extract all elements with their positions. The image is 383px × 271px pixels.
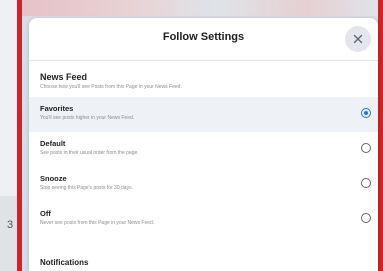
favorites-radio[interactable] [361, 108, 371, 118]
background-page-header [22, 0, 378, 16]
option-label: Default [40, 139, 66, 148]
option-off[interactable]: Off Never see posts from this Page in yo… [29, 202, 378, 237]
close-button[interactable] [345, 26, 371, 52]
dialog-title: Follow Settings [162, 31, 245, 43]
off-radio[interactable] [361, 213, 371, 223]
option-default[interactable]: Default See posts in their usual order f… [29, 132, 378, 167]
option-description: See posts in their usual order from the … [40, 150, 139, 156]
option-label: Snooze [40, 174, 67, 183]
default-radio[interactable] [361, 143, 371, 153]
follow-settings-dialog: Follow Settings News Feed Choose how you… [29, 18, 378, 271]
option-description: You'll see posts higher in your News Fee… [40, 115, 135, 121]
news-feed-title: News Feed [40, 72, 88, 82]
news-feed-description: Choose how you'll see Posts from this Pa… [40, 84, 182, 90]
background-left-text: 3 [7, 219, 14, 231]
option-snooze[interactable]: Snooze Stop seeing this Page's posts for… [29, 167, 378, 202]
option-label: Favorites [40, 104, 74, 113]
snooze-radio[interactable] [361, 178, 371, 188]
dialog-header: Follow Settings [29, 18, 378, 61]
option-description: Never see posts from this Page in your N… [40, 220, 155, 226]
option-favorites[interactable]: Favorites You'll see posts higher in you… [29, 97, 378, 132]
close-icon [353, 34, 363, 44]
news-feed-section: News Feed Choose how you'll see Posts fr… [29, 61, 378, 91]
option-label: Off [40, 209, 51, 218]
background-left-card [0, 196, 17, 271]
option-description: Stop seeing this Page's posts for 30 day… [40, 185, 133, 191]
notifications-title: Notifications [40, 258, 89, 267]
